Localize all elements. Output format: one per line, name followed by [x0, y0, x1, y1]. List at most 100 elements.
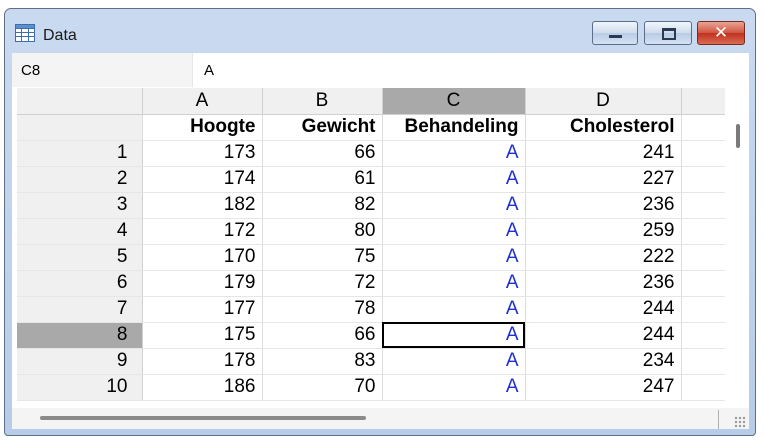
row-header[interactable]: 8: [17, 322, 143, 349]
cell-cholesterol[interactable]: 244: [525, 296, 682, 323]
cell-value-field[interactable]: A: [204, 62, 214, 79]
cell-cholesterol[interactable]: 259: [525, 218, 682, 245]
select-all-corner[interactable]: [17, 88, 143, 115]
cell-cholesterol[interactable]: 244: [525, 322, 682, 349]
cell-hoogte[interactable]: 182: [142, 192, 263, 219]
formula-bar: C8 A: [12, 53, 749, 87]
cell-gewicht[interactable]: 75: [262, 244, 383, 271]
cell-behandeling[interactable]: A: [382, 296, 526, 323]
vertical-scrollbar[interactable]: [729, 88, 749, 408]
horizontal-scrollbar[interactable]: [12, 408, 749, 429]
cell-behandeling[interactable]: A: [382, 140, 526, 167]
cell-hoogte[interactable]: 173: [142, 140, 263, 167]
cell-cholesterol[interactable]: 241: [525, 140, 682, 167]
cell-empty[interactable]: [681, 192, 725, 219]
table-row: 1 173 66 A 241: [17, 140, 725, 167]
cell-hoogte[interactable]: 170: [142, 244, 263, 271]
name-box[interactable]: C8: [12, 53, 193, 87]
vertical-scroll-thumb[interactable]: [736, 124, 740, 148]
column-name-gewicht[interactable]: Gewicht: [262, 114, 383, 141]
cell-hoogte[interactable]: 179: [142, 270, 263, 297]
table-row: 2 174 61 A 227: [17, 166, 725, 193]
data-grid: A B C D Hoogte Gewicht Behandeling Chole…: [17, 88, 725, 401]
cell-hoogte[interactable]: 175: [142, 322, 263, 349]
row-header[interactable]: 3: [17, 192, 143, 219]
row-header[interactable]: 1: [17, 140, 143, 167]
column-letter-empty[interactable]: [681, 88, 725, 115]
cell-gewicht[interactable]: 61: [262, 166, 383, 193]
maximize-icon: [645, 22, 691, 44]
cell-hoogte[interactable]: 186: [142, 374, 263, 401]
cell-cholesterol[interactable]: 236: [525, 192, 682, 219]
cell-behandeling[interactable]: A: [382, 348, 526, 375]
window-title: Data: [43, 27, 77, 44]
cell-cholesterol[interactable]: 222: [525, 244, 682, 271]
column-name-hoogte[interactable]: Hoogte: [142, 114, 263, 141]
cell-cholesterol[interactable]: 236: [525, 270, 682, 297]
cell-behandeling[interactable]: A: [382, 374, 526, 401]
column-name-corner: [17, 114, 143, 141]
cell-empty[interactable]: [681, 166, 725, 193]
cell-gewicht[interactable]: 66: [262, 322, 383, 349]
column-letter-d[interactable]: D: [525, 88, 682, 115]
row-header[interactable]: 10: [17, 374, 143, 401]
column-letter-a[interactable]: A: [142, 88, 263, 115]
spreadsheet-icon: [15, 24, 35, 42]
cell-empty[interactable]: [681, 270, 725, 297]
table-row: 8 175 66 A 244: [17, 322, 725, 349]
column-name-empty[interactable]: [681, 114, 725, 141]
row-header[interactable]: 6: [17, 270, 143, 297]
row-header[interactable]: 9: [17, 348, 143, 375]
cell-cholesterol[interactable]: 227: [525, 166, 682, 193]
cell-empty[interactable]: [681, 348, 725, 375]
cell-empty[interactable]: [681, 244, 725, 271]
column-name-cholesterol[interactable]: Cholesterol: [525, 114, 682, 141]
horizontal-scroll-thumb[interactable]: [40, 416, 366, 420]
column-name-behandeling[interactable]: Behandeling: [382, 114, 526, 141]
cell-hoogte[interactable]: 172: [142, 218, 263, 245]
cell-empty[interactable]: [681, 140, 725, 167]
column-letter-b[interactable]: B: [262, 88, 383, 115]
table-row: 7 177 78 A 244: [17, 296, 725, 323]
cell-gewicht[interactable]: 83: [262, 348, 383, 375]
table-row: 9 178 83 A 234: [17, 348, 725, 375]
cell-gewicht[interactable]: 78: [262, 296, 383, 323]
cell-hoogte[interactable]: 177: [142, 296, 263, 323]
row-header[interactable]: 2: [17, 166, 143, 193]
data-window: Data ✕ C8 A A B C D Hoogte Gewicht Behan…: [4, 8, 756, 436]
cell-gewicht[interactable]: 80: [262, 218, 383, 245]
cell-behandeling[interactable]: A: [382, 166, 526, 193]
maximize-button[interactable]: [644, 21, 692, 45]
cell-empty[interactable]: [681, 296, 725, 323]
cell-hoogte[interactable]: 174: [142, 166, 263, 193]
cell-empty[interactable]: [681, 374, 725, 401]
cell-behandeling[interactable]: A: [382, 192, 526, 219]
cell-hoogte[interactable]: 178: [142, 348, 263, 375]
cell-behandeling[interactable]: A: [382, 218, 526, 245]
close-button[interactable]: ✕: [697, 21, 745, 45]
cell-behandeling[interactable]: A: [382, 244, 526, 271]
cell-gewicht[interactable]: 66: [262, 140, 383, 167]
resize-grip-icon[interactable]: [734, 416, 746, 428]
row-header[interactable]: 5: [17, 244, 143, 271]
minimize-button[interactable]: [592, 21, 638, 45]
cell-cholesterol[interactable]: 247: [525, 374, 682, 401]
column-letter-c[interactable]: C: [382, 88, 526, 115]
row-header[interactable]: 7: [17, 296, 143, 323]
cell-cholesterol[interactable]: 234: [525, 348, 682, 375]
column-name-row: Hoogte Gewicht Behandeling Cholesterol: [17, 114, 725, 141]
cell-empty[interactable]: [681, 322, 725, 349]
cell-behandeling[interactable]: A: [382, 270, 526, 297]
title-bar[interactable]: Data ✕: [5, 9, 755, 53]
selected-cell[interactable]: A: [382, 322, 526, 349]
scrollbar-divider: [718, 410, 719, 429]
cell-empty[interactable]: [681, 218, 725, 245]
cell-gewicht[interactable]: 70: [262, 374, 383, 401]
close-icon: ✕: [713, 23, 729, 43]
table-row: 3 182 82 A 236: [17, 192, 725, 219]
column-letter-row: A B C D: [17, 88, 725, 115]
row-header[interactable]: 4: [17, 218, 143, 245]
cell-gewicht[interactable]: 82: [262, 192, 383, 219]
table-row: 6 179 72 A 236: [17, 270, 725, 297]
cell-gewicht[interactable]: 72: [262, 270, 383, 297]
